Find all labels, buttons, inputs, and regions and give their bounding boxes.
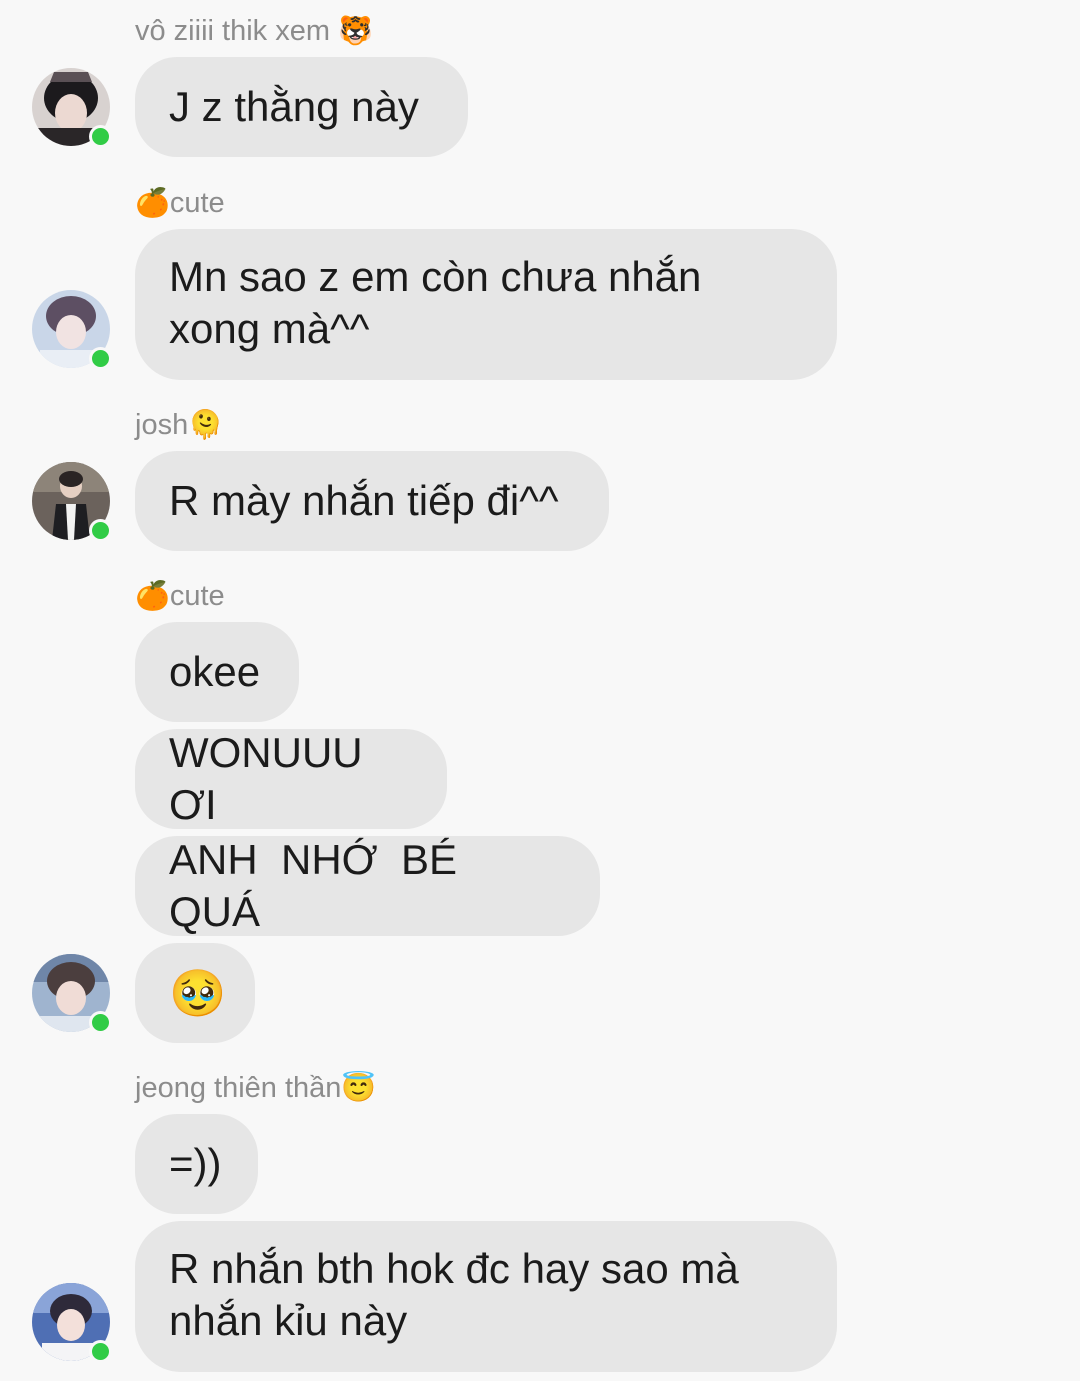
avatar[interactable] <box>32 290 112 370</box>
sender-label: cute <box>169 187 225 219</box>
message-bubble[interactable]: 🥹 <box>135 943 255 1043</box>
message-bubble[interactable]: =)) <box>135 1114 258 1214</box>
online-status-icon <box>89 1340 112 1363</box>
message-text: J z thằng này <box>169 83 419 130</box>
orange-emoji-icon: 🍊 <box>135 187 170 218</box>
message-text: WONUUU ƠI <box>169 729 375 828</box>
message-text: =)) <box>169 1140 222 1187</box>
message-bubble[interactable]: Mn sao z em còn chưa nhắn xong mà^^ <box>135 229 837 380</box>
avatar[interactable] <box>32 1283 112 1363</box>
online-status-icon <box>89 125 112 148</box>
sender-label: jeong thiên thần <box>135 1072 342 1104</box>
sender-name: jeong thiên thần😇 <box>135 1071 376 1107</box>
message-bubble[interactable]: ANH NHỚ BÉ QUÁ <box>135 836 600 936</box>
message-text: Mn sao z em còn chưa nhắn xong mà^^ <box>169 253 714 352</box>
online-status-icon <box>89 1011 112 1034</box>
message-text: ANH NHỚ BÉ QUÁ <box>169 836 481 935</box>
pleading-face-emoji-icon: 🥹 <box>169 967 227 1019</box>
halo-smile-emoji-icon: 😇 <box>341 1072 377 1103</box>
sender-name: josh🫠 <box>135 408 223 444</box>
message-bubble[interactable]: okee <box>135 622 299 722</box>
online-status-icon <box>89 519 112 542</box>
message-text: okee <box>169 648 261 695</box>
online-status-icon <box>89 347 112 370</box>
sender-label: josh <box>135 409 189 441</box>
tiger-emoji-icon: 🐯 <box>338 15 373 46</box>
sender-label: vô ziiii thik xem <box>135 15 330 47</box>
message-text: R nhắn bth hok đc hay sao mà nhắn kỉu nà… <box>169 1245 751 1344</box>
avatar[interactable] <box>32 462 112 542</box>
message-text: R mày nhắn tiếp đi^^ <box>169 477 559 524</box>
sender-name: 🍊cute <box>135 579 225 615</box>
message-bubble[interactable]: WONUUU ƠI <box>135 729 447 829</box>
sender-name: 🍊cute <box>135 186 225 222</box>
message-bubble[interactable]: R nhắn bth hok đc hay sao mà nhắn kỉu nà… <box>135 1221 837 1372</box>
message-bubble[interactable]: R mày nhắn tiếp đi^^ <box>135 451 609 551</box>
message-bubble[interactable]: J z thằng này <box>135 57 468 157</box>
sender-label: cute <box>169 580 225 612</box>
orange-emoji-icon: 🍊 <box>135 580 170 611</box>
avatar[interactable] <box>32 68 112 148</box>
melting-face-emoji-icon: 🫠 <box>188 409 224 440</box>
avatar[interactable] <box>32 954 112 1034</box>
sender-name: vô ziiii thik xem 🐯 <box>135 14 373 50</box>
